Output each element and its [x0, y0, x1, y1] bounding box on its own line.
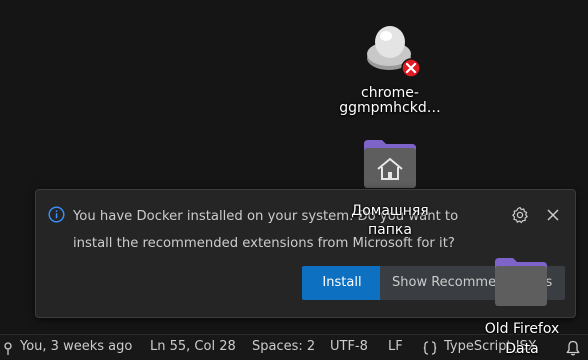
gear-icon[interactable] [511, 206, 529, 224]
status-encoding[interactable]: UTF-8 [330, 339, 368, 354]
info-icon [48, 206, 65, 223]
status-blame[interactable]: You, 3 weeks ago [20, 339, 132, 354]
status-cursor-position[interactable]: Ln 55, Col 28 [150, 339, 236, 354]
folder-icon [495, 258, 547, 306]
status-indentation[interactable]: Spaces: 2 [252, 339, 315, 354]
desktop-icon-label: chrome- ggmpmhckd… [339, 85, 441, 116]
status-eol[interactable]: LF [388, 339, 403, 354]
desktop-icon-label: Домашняя папка [351, 203, 429, 238]
install-button[interactable]: Install [302, 266, 382, 300]
braces-icon [423, 341, 437, 355]
chrome-app-icon [367, 26, 420, 78]
git-commit-icon [4, 342, 12, 355]
home-folder-icon [364, 140, 416, 188]
desktop-icon-label: Old Firefox Data [484, 321, 560, 357]
close-icon[interactable] [545, 207, 561, 223]
